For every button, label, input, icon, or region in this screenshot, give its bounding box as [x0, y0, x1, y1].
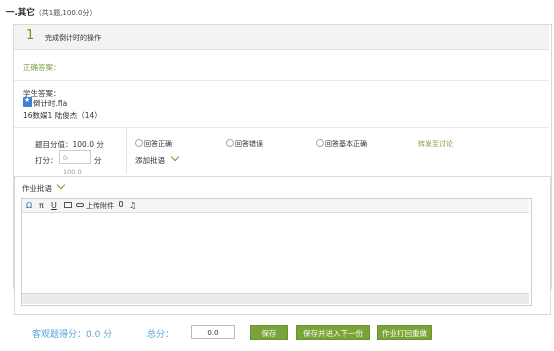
- underline-icon[interactable]: U: [51, 200, 57, 211]
- homework-comment-title[interactable]: 作业批语: [22, 183, 52, 194]
- radio-wrong[interactable]: [226, 139, 234, 147]
- file-link[interactable]: 倒计时.fla: [33, 98, 67, 109]
- radio-correct[interactable]: [135, 139, 143, 147]
- question-number: 1: [26, 28, 35, 43]
- microphone-icon[interactable]: [119, 201, 123, 207]
- flash-file-icon[interactable]: [23, 96, 32, 107]
- divider: [14, 80, 549, 81]
- student-info: 16数媒1 陆俊杰（14）: [23, 111, 102, 120]
- return-for-redo-button[interactable]: 作业打回重做: [377, 325, 432, 340]
- editor-status-bar: [22, 293, 529, 304]
- add-comment-toggle[interactable]: 添加批语: [135, 155, 165, 166]
- radio-partial[interactable]: [316, 139, 324, 147]
- objective-score-label: 客观题得分：0.0 分: [32, 330, 113, 340]
- upload-attachment-button[interactable]: 上传附件: [86, 201, 114, 212]
- question-title: 完成倒计时的操作: [45, 34, 101, 42]
- score-unit: 分: [94, 156, 102, 165]
- forward-to-discussion-link[interactable]: 转发至讨论: [418, 139, 453, 149]
- option-wrong-label[interactable]: 回答错误: [235, 139, 263, 149]
- music-icon[interactable]: ♫: [129, 200, 136, 211]
- correct-answer-label: 正确答案：: [23, 63, 61, 72]
- save-button[interactable]: 保存: [250, 325, 288, 340]
- score-value-label: 题目分值：100.0 分: [35, 140, 104, 149]
- option-partial-label[interactable]: 回答基本正确: [325, 139, 367, 149]
- link-icon[interactable]: [76, 203, 84, 207]
- section-title: 一.其它（共1题,100.0分）: [6, 8, 97, 18]
- rich-text-editor[interactable]: [21, 198, 532, 306]
- give-score-label: 打分：: [35, 156, 58, 165]
- image-icon[interactable]: [64, 202, 72, 208]
- option-correct-label[interactable]: 回答正确: [144, 139, 172, 149]
- total-score-label: 总分：: [147, 330, 175, 340]
- save-and-next-button[interactable]: 保存并进入下一份: [296, 325, 370, 340]
- score-input[interactable]: 0-100.0: [59, 150, 91, 176]
- total-score-input[interactable]: 0.0: [191, 325, 235, 339]
- pi-icon[interactable]: π: [39, 200, 44, 211]
- omega-icon[interactable]: Ω: [26, 200, 32, 211]
